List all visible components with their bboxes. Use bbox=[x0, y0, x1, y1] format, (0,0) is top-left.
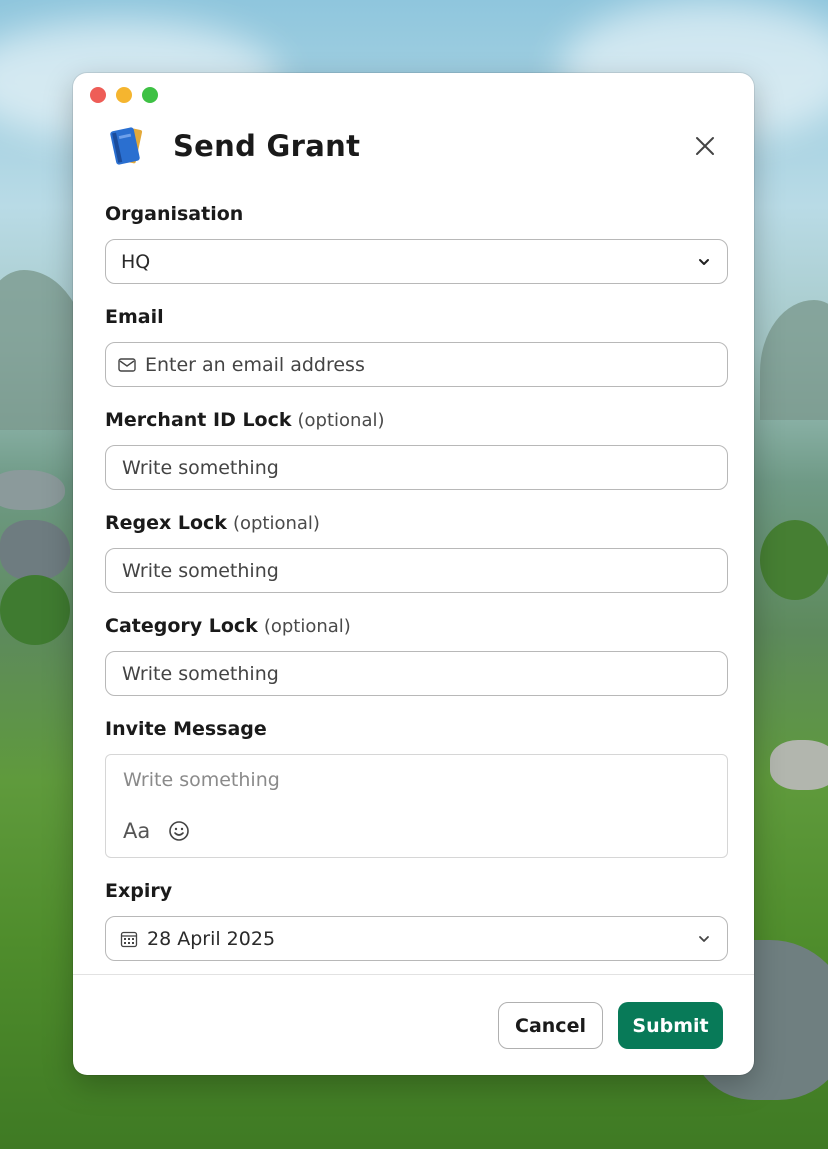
window-controls bbox=[90, 87, 158, 103]
optional-hint: (optional) bbox=[263, 616, 351, 637]
organisation-group: Organisation HQ bbox=[105, 201, 728, 284]
optional-hint: (optional) bbox=[232, 513, 320, 534]
expiry-group: Expiry 28 April 2025 bbox=[105, 878, 728, 961]
category-lock-group: Category Lock (optional) Write something bbox=[105, 613, 728, 696]
invite-message-placeholder: Write something bbox=[123, 769, 280, 791]
cancel-button[interactable]: Cancel bbox=[498, 1002, 603, 1049]
email-field[interactable]: Enter an email address bbox=[105, 342, 728, 387]
email-placeholder: Enter an email address bbox=[145, 353, 365, 376]
invite-message-label: Invite Message bbox=[105, 718, 267, 740]
merchant-id-lock-input[interactable]: Write something bbox=[105, 445, 728, 490]
expiry-date-picker[interactable]: 28 April 2025 bbox=[105, 916, 728, 961]
text-format-button[interactable]: Aa bbox=[123, 819, 150, 843]
regex-lock-placeholder: Write something bbox=[122, 559, 279, 582]
category-lock-placeholder: Write something bbox=[122, 662, 279, 685]
dialog-title: Send Grant bbox=[173, 129, 361, 163]
category-lock-label: Category Lock (optional) bbox=[105, 615, 351, 637]
book-icon bbox=[105, 123, 151, 169]
minimize-window-button[interactable] bbox=[116, 87, 132, 103]
close-window-button[interactable] bbox=[90, 87, 106, 103]
send-grant-dialog: Send Grant Organisation HQ Email Enter a… bbox=[73, 73, 754, 1075]
organisation-select[interactable]: HQ bbox=[105, 239, 728, 284]
chevron-down-icon bbox=[699, 935, 709, 942]
submit-button[interactable]: Submit bbox=[618, 1002, 723, 1049]
footer-divider bbox=[73, 974, 754, 975]
dialog-header: Send Grant bbox=[105, 123, 722, 169]
merchant-id-lock-group: Merchant ID Lock (optional) Write somethi… bbox=[105, 407, 728, 490]
organisation-value: HQ bbox=[121, 250, 151, 273]
mail-icon bbox=[118, 357, 136, 372]
message-toolbar: Aa bbox=[123, 819, 190, 843]
category-lock-input[interactable]: Write something bbox=[105, 651, 728, 696]
calendar-icon bbox=[120, 931, 138, 947]
organisation-label: Organisation bbox=[105, 203, 244, 225]
maximize-window-button[interactable] bbox=[142, 87, 158, 103]
expiry-label: Expiry bbox=[105, 880, 173, 902]
email-group: Email Enter an email address bbox=[105, 304, 728, 387]
invite-message-textarea[interactable]: Write something Aa bbox=[105, 754, 728, 858]
optional-hint: (optional) bbox=[297, 410, 385, 431]
regex-lock-label: Regex Lock (optional) bbox=[105, 512, 320, 534]
regex-lock-group: Regex Lock (optional) Write something bbox=[105, 510, 728, 593]
expiry-value: 28 April 2025 bbox=[147, 927, 276, 950]
chevron-down-icon bbox=[699, 258, 709, 265]
regex-lock-input[interactable]: Write something bbox=[105, 548, 728, 593]
grant-form: Organisation HQ Email Enter an email add… bbox=[105, 201, 728, 981]
merchant-id-lock-placeholder: Write something bbox=[122, 456, 279, 479]
close-icon[interactable] bbox=[690, 131, 720, 161]
email-label: Email bbox=[105, 306, 164, 328]
invite-message-group: Invite Message Write something Aa bbox=[105, 716, 728, 858]
merchant-id-lock-label: Merchant ID Lock (optional) bbox=[105, 409, 385, 431]
emoji-icon[interactable] bbox=[168, 820, 190, 842]
